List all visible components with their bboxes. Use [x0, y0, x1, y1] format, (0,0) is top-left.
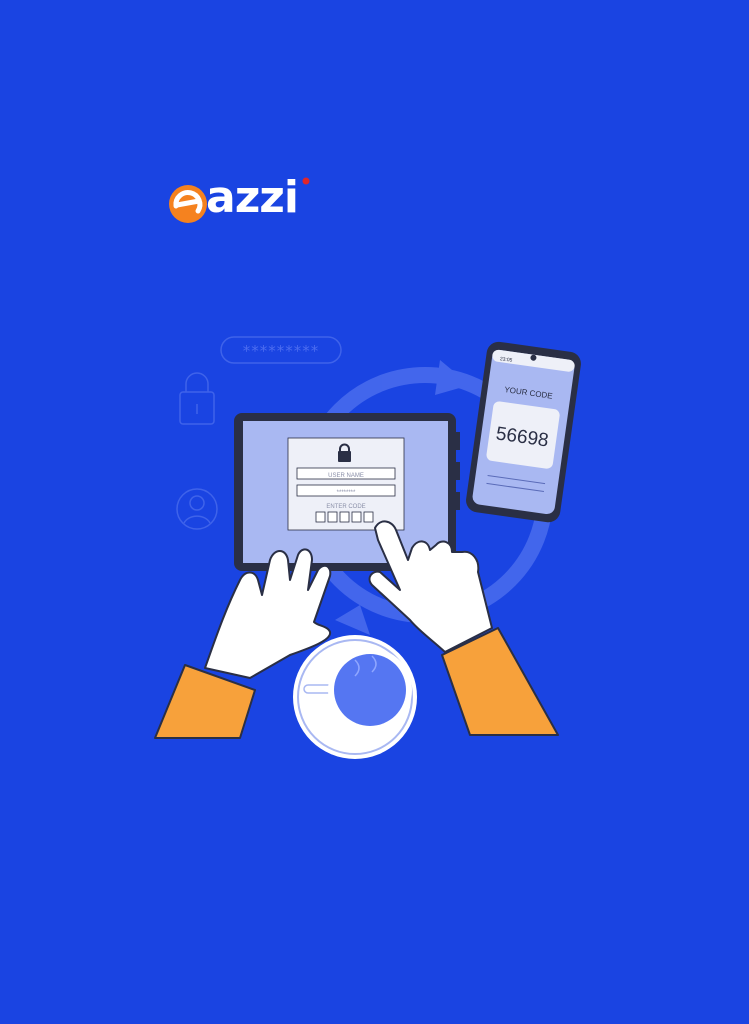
user-icon [176, 488, 218, 530]
two-factor-illustration: ********* USER NAME ******** ENTER CODE [154, 336, 581, 759]
coffee-cup [293, 635, 417, 759]
smartphone: 23:05 YOUR CODE 56698 [466, 341, 581, 523]
padlock-icon [179, 372, 215, 425]
code-label: ENTER CODE [326, 504, 365, 510]
code-boxes [315, 511, 374, 523]
password-mask-text: ********* [243, 342, 320, 360]
password-placeholder: ******** [337, 490, 356, 496]
username-placeholder: USER NAME [328, 473, 364, 479]
password-pill: ********* [220, 336, 342, 364]
